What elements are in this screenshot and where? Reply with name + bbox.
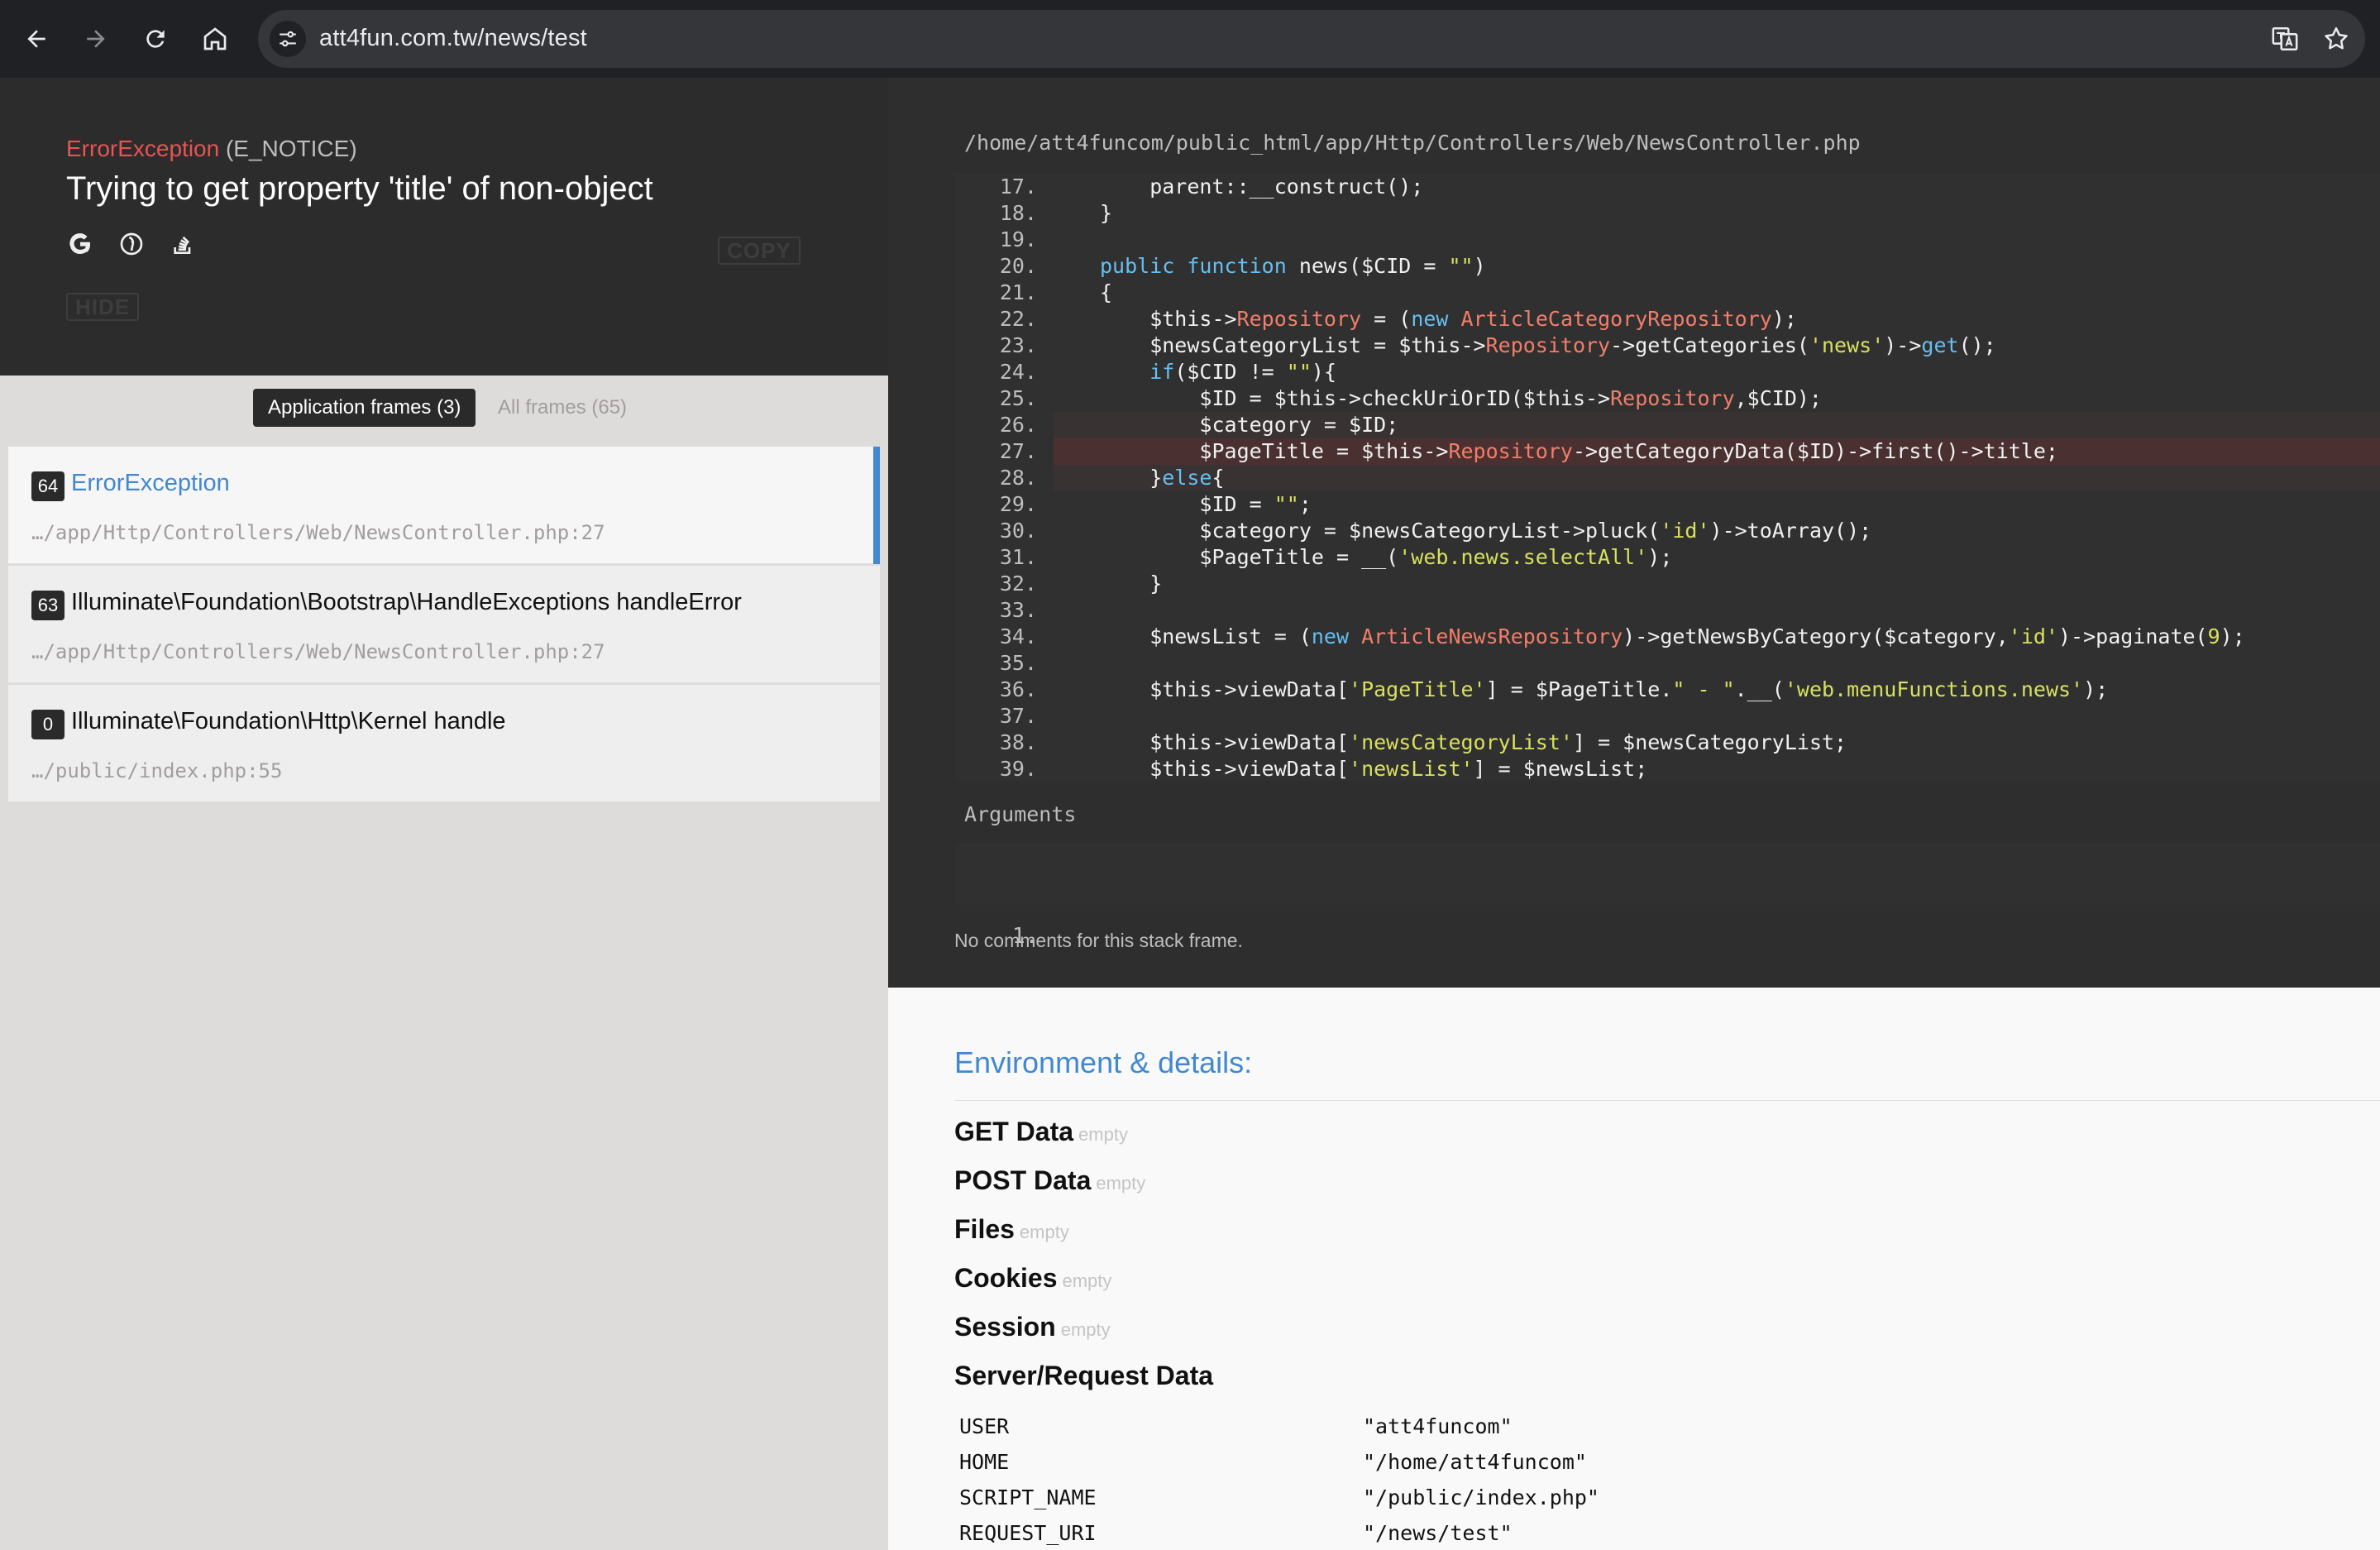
frame-details: /home/att4funcom/public_html/app/Http/Co… (888, 78, 2380, 1012)
forward-button[interactable] (74, 17, 117, 60)
exception-code: (E_NOTICE) (225, 136, 357, 161)
bookmark-button[interactable] (2320, 23, 2352, 55)
stackoverflow-icon[interactable] (169, 230, 197, 258)
code-line: 24. if($CID != ""){ (999, 360, 1337, 384)
server-data-row: REQUEST_URI "/news/test" (959, 1521, 1513, 1545)
reload-button[interactable] (134, 17, 177, 60)
stack-frame[interactable]: 0 Illuminate\Foundation\Http\Kernel hand… (8, 685, 880, 802)
active-frame-indicator (873, 447, 880, 564)
tab-all-frames[interactable]: All frames (65) (486, 389, 638, 427)
translate-button[interactable] (2269, 23, 2301, 55)
star-icon (2325, 26, 2348, 50)
stack-frame[interactable]: 64 ErrorException …/app/Http/Controllers… (8, 447, 880, 564)
exception-class: ErrorException (E_NOTICE) (66, 136, 357, 162)
frame-class: Illuminate\Foundation\Http\Kernel handle (71, 708, 506, 734)
back-arrow-icon (27, 30, 45, 48)
environment-details: Environment & details: GET Data empty POS… (888, 988, 2380, 1550)
divider (954, 1100, 2380, 1101)
no-comments-text: No comments for this stack frame. (954, 930, 1243, 951)
code-line: 31. $PageTitle = __('web.news.selectAll'… (999, 545, 1673, 569)
code-line: 17. parent::__construct(); (999, 175, 1424, 199)
home-button[interactable] (194, 17, 237, 60)
code-line: 25. $ID = $this->checkUriOrID($this->Rep… (999, 386, 1822, 410)
google-icon[interactable] (66, 230, 94, 258)
code-line: 35. (999, 651, 1037, 675)
back-button[interactable] (15, 17, 58, 60)
url-text[interactable]: att4fun.com.tw/news/test (319, 25, 587, 52)
file-path: /home/att4funcom/public_html/app/Http/Co… (964, 131, 1861, 155)
exception-header: ErrorException (E_NOTICE) Trying to get … (0, 78, 888, 376)
env-section-session: Session empty (954, 1312, 1111, 1342)
code-line: 39. $this->viewData['newsList'] = $newsL… (999, 757, 1648, 781)
code-line: 32. } (999, 572, 1163, 596)
arguments-title: Arguments (964, 802, 1077, 826)
exception-message: Trying to get property 'title' of non-ob… (66, 170, 653, 207)
frame-path: …/public/index.php:55 (31, 759, 283, 782)
exception-class-name: ErrorException (66, 136, 220, 161)
stack-panel: ErrorException (E_NOTICE) Trying to get … (0, 78, 888, 1550)
env-section-post: POST Data empty (954, 1165, 1146, 1195)
frame-tabs: Application frames (3) All frames (65) (0, 376, 888, 445)
env-section-get: GET Data empty (954, 1117, 1128, 1146)
tab-application-frames[interactable]: Application frames (3) (253, 389, 476, 427)
frame-class: ErrorException (71, 470, 230, 496)
code-line: 23. $newsCategoryList = $this->Repositor… (999, 333, 1996, 357)
server-data-row: HOME "/home/att4funcom" (959, 1450, 1587, 1474)
server-data-row: SCRIPT_NAME "/public/index.php" (959, 1485, 1599, 1509)
tune-icon (280, 31, 296, 47)
address-bar[interactable]: att4fun.com.tw/news/test (258, 10, 2365, 68)
env-section-cookies: Cookies empty (954, 1263, 1112, 1293)
translate-icon (2272, 26, 2298, 51)
browser-toolbar: att4fun.com.tw/news/test (0, 0, 2380, 78)
environment-title: Environment & details: (954, 1045, 1253, 1079)
code-line: 30. $category = $newsCategoryList->pluck… (999, 519, 1872, 543)
frame-path: …/app/Http/Controllers/Web/NewsControlle… (31, 521, 605, 544)
code-line: 28. }else{ (1000, 465, 2380, 491)
code-line: 34. $newsList = (new ArticleNewsReposito… (999, 624, 2245, 648)
code-line: 36. $this->viewData['PageTitle'] = $Page… (999, 677, 2109, 701)
site-info-button[interactable] (270, 21, 306, 57)
code-line: 37. (999, 704, 1037, 728)
code-line: 26. $category = $ID; (1000, 412, 2380, 438)
code-line: 29. $ID = ""; (999, 492, 1312, 516)
home-icon (203, 27, 227, 50)
frame-index: 0 (31, 710, 65, 739)
duckduckgo-icon[interactable] (117, 230, 146, 258)
code-line: 22. $this->Repository = (new ArticleCate… (999, 307, 1797, 331)
frame-path: …/app/Http/Controllers/Web/NewsControlle… (31, 640, 605, 663)
search-links (66, 230, 197, 258)
code-line: 33. (999, 598, 1037, 622)
code-line: 19. (999, 227, 1037, 251)
env-section-files: Files empty (954, 1214, 1069, 1244)
reload-icon (146, 30, 165, 48)
frame-index: 64 (31, 471, 65, 501)
hide-button[interactable]: HIDE (66, 293, 139, 321)
code-line: 38. $this->viewData['newsCategoryList'] … (999, 730, 1847, 754)
forward-arrow-icon (87, 30, 105, 48)
code-line: 21.{ (999, 280, 1113, 304)
server-data-row: USER "att4funcom" (959, 1414, 1513, 1438)
code-snippet: 17. parent::__construct(); 18.} 19. 20. p… (954, 174, 2380, 781)
highlighted-code-line: 27. $PageTitle = $this->Repository->getC… (1000, 438, 2380, 465)
code-line: 20. public function news($CID = "") (999, 254, 1486, 278)
stack-frame[interactable]: 63 Illuminate\Foundation\Bootstrap\Handl… (8, 566, 880, 683)
frame-class: Illuminate\Foundation\Bootstrap\HandleEx… (71, 589, 742, 615)
arguments-box: 1. "Trying to get property 'title' of no… (954, 842, 2380, 1012)
env-section-server: Server/Request Data (954, 1361, 1214, 1390)
copy-button[interactable]: COPY (718, 237, 801, 265)
code-line: 18.} (999, 201, 1113, 225)
frame-index: 63 (31, 591, 65, 620)
